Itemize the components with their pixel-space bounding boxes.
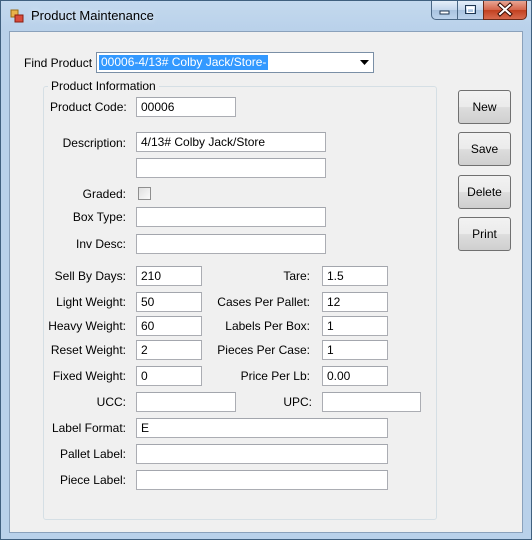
chevron-down-icon[interactable] xyxy=(360,60,369,66)
find-product-label: Find Product xyxy=(24,56,93,70)
reset-weight-label: Reset Weight: xyxy=(50,343,126,357)
piece-label-field[interactable] xyxy=(136,470,388,490)
upc-label: UPC: xyxy=(283,395,312,409)
upc-field[interactable] xyxy=(322,392,421,412)
sell-by-days-label: Sell By Days: xyxy=(54,269,126,283)
maximize-button[interactable] xyxy=(457,1,483,20)
pallet-label-label: Pallet Label: xyxy=(59,447,126,461)
box-type-label: Box Type: xyxy=(72,210,126,224)
pieces-per-case-field[interactable]: 1 xyxy=(322,340,388,360)
light-weight-label: Light Weight: xyxy=(56,295,126,309)
tare-label: Tare: xyxy=(283,269,310,283)
description-label: Description: xyxy=(62,136,126,150)
box-type-field[interactable] xyxy=(136,207,326,227)
cases-per-pallet-field[interactable]: 12 xyxy=(322,292,388,312)
heavy-weight-label: Heavy Weight: xyxy=(48,319,126,333)
inv-desc-label: Inv Desc: xyxy=(75,237,126,251)
fixed-weight-field[interactable]: 0 xyxy=(136,366,202,386)
product-code-field[interactable]: 00006 xyxy=(136,97,236,117)
client-area: Find Product 00006-4/13# Colby Jack/Stor… xyxy=(9,31,523,533)
group-title: Product Information xyxy=(48,79,159,93)
window-title: Product Maintenance xyxy=(31,8,154,23)
maximize-icon xyxy=(465,5,476,14)
piece-label-label: Piece Label: xyxy=(59,473,126,487)
description-field[interactable]: 4/13# Colby Jack/Store xyxy=(136,132,326,152)
find-product-combo[interactable]: 00006-4/13# Colby Jack/Store- xyxy=(96,52,374,73)
print-button[interactable]: Print xyxy=(458,217,511,251)
reset-weight-field[interactable]: 2 xyxy=(136,340,202,360)
label-format-field[interactable]: E xyxy=(136,418,388,438)
price-per-lb-field[interactable]: 0.00 xyxy=(322,366,388,386)
labels-per-box-label: Labels Per Box: xyxy=(225,319,310,333)
fixed-weight-label: Fixed Weight: xyxy=(52,369,126,383)
heavy-weight-field[interactable]: 60 xyxy=(136,316,202,336)
labels-per-box-field[interactable]: 1 xyxy=(322,316,388,336)
save-button[interactable]: Save xyxy=(458,132,511,166)
app-window: Product Maintenance Find Product 00006-4… xyxy=(0,0,532,540)
price-per-lb-label: Price Per Lb: xyxy=(240,369,310,383)
app-icon xyxy=(10,9,24,23)
find-product-selected-value: 00006-4/13# Colby Jack/Store- xyxy=(99,55,269,70)
close-icon xyxy=(497,2,513,17)
graded-checkbox[interactable] xyxy=(138,187,151,200)
product-code-label: Product Code: xyxy=(50,100,127,114)
ucc-label: UCC: xyxy=(96,395,126,409)
label-format-label: Label Format: xyxy=(51,421,126,435)
description-field-line2[interactable] xyxy=(136,158,326,178)
minimize-button[interactable] xyxy=(431,1,457,20)
ucc-field[interactable] xyxy=(136,392,236,412)
new-button[interactable]: New xyxy=(458,90,511,124)
pallet-label-field[interactable] xyxy=(136,444,388,464)
pieces-per-case-label: Pieces Per Case: xyxy=(217,343,310,357)
cases-per-pallet-label: Cases Per Pallet: xyxy=(217,295,310,309)
graded-label: Graded: xyxy=(82,187,126,201)
delete-button[interactable]: Delete xyxy=(458,175,511,209)
close-button[interactable] xyxy=(483,1,527,20)
light-weight-field[interactable]: 50 xyxy=(136,292,202,312)
title-bar[interactable]: Product Maintenance xyxy=(1,1,531,31)
tare-field[interactable]: 1.5 xyxy=(322,266,388,286)
sell-by-days-field[interactable]: 210 xyxy=(136,266,202,286)
minimize-icon xyxy=(439,10,450,15)
inv-desc-field[interactable] xyxy=(136,234,326,254)
